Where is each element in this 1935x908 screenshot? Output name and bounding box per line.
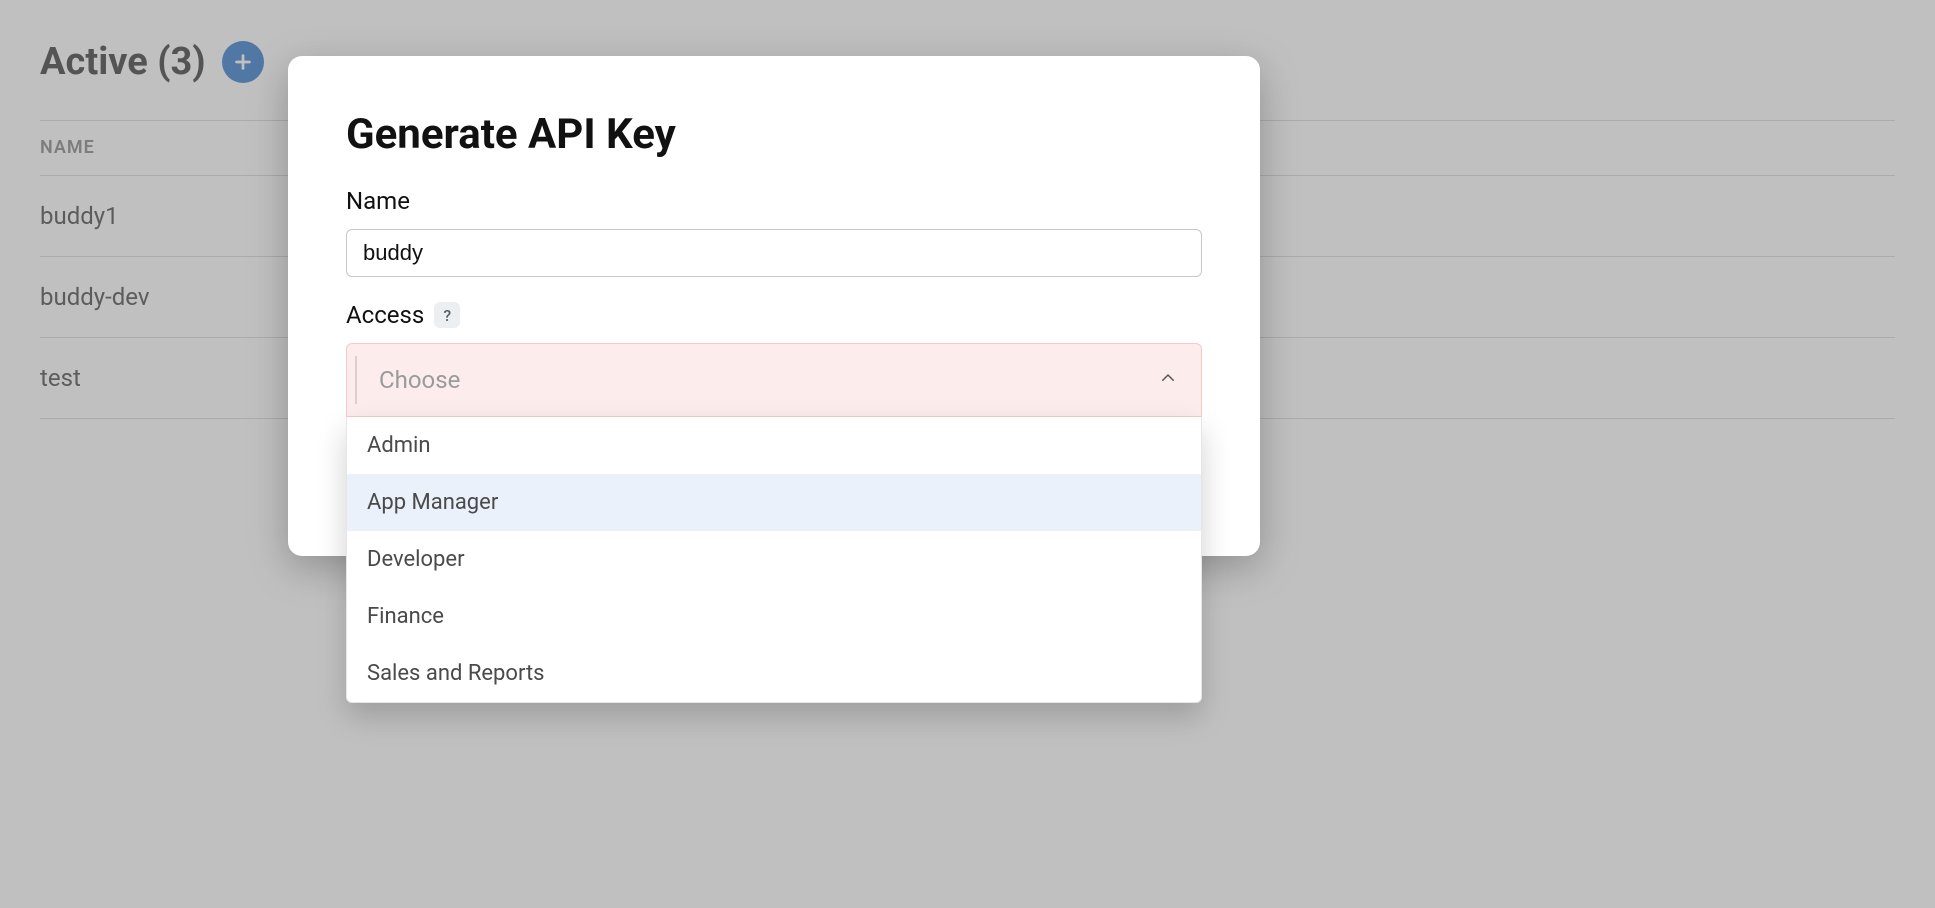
dropdown-option-sales-and-reports[interactable]: Sales and Reports <box>347 645 1201 702</box>
access-field-label: Access ? <box>346 301 1202 329</box>
dropdown-option-admin[interactable]: Admin <box>347 417 1201 474</box>
dropdown-placeholder: Choose <box>379 366 460 394</box>
name-label-text: Name <box>346 187 410 215</box>
dropdown-option-developer[interactable]: Developer <box>347 531 1201 588</box>
name-input[interactable] <box>346 229 1202 277</box>
dropdown-option-finance[interactable]: Finance <box>347 588 1201 645</box>
generate-api-key-modal: Generate API Key Name Access ? Choose Ad… <box>288 56 1260 556</box>
access-label-text: Access <box>346 301 424 329</box>
help-icon[interactable]: ? <box>434 302 460 328</box>
modal-overlay[interactable]: Generate API Key Name Access ? Choose Ad… <box>0 0 1935 908</box>
dropdown-option-app-manager[interactable]: App Manager <box>347 474 1201 531</box>
access-dropdown: Choose Admin App Manager Developer Finan… <box>346 343 1202 417</box>
dropdown-caret-bar <box>355 356 357 404</box>
modal-title: Generate API Key <box>346 110 1202 159</box>
access-dropdown-trigger[interactable]: Choose <box>346 343 1202 417</box>
chevron-up-icon <box>1159 369 1177 391</box>
name-field-label: Name <box>346 187 1202 215</box>
access-dropdown-list: Admin App Manager Developer Finance Sale… <box>346 417 1202 703</box>
